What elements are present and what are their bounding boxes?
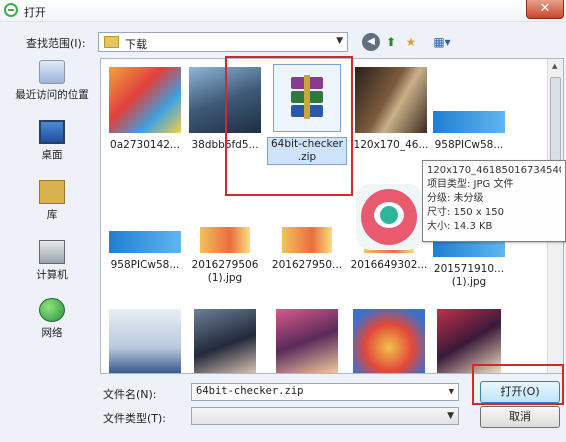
recent-places-icon [39, 60, 65, 84]
filetype-dropdown[interactable]: ▼ [191, 407, 459, 425]
tooltip-rating: 分级: 未分级 [427, 193, 484, 204]
rar-archive-icon [273, 64, 341, 132]
filetype-label: 文件类型(T): [103, 412, 167, 425]
places-bar: 最近访问的位置 桌面 库 计算机 网络 [8, 58, 96, 374]
file-name: 38dbb6fd5... [191, 139, 259, 151]
file-thumbnail [433, 111, 505, 133]
network-icon [39, 298, 65, 322]
file-item[interactable]: 64bit-checker .zip [267, 64, 347, 165]
lookin-dropdown[interactable]: 下载 ▼ [98, 32, 348, 52]
view-menu-icon[interactable]: ▦▾ [428, 33, 456, 51]
computer-icon [39, 240, 65, 264]
new-folder-icon[interactable]: ★ [402, 33, 420, 51]
file-thumbnail [353, 309, 425, 373]
back-arrow-icon[interactable]: ◀ [362, 33, 380, 51]
place-computer[interactable]: 计算机 [8, 240, 96, 282]
filename-field[interactable]: 64bit-checker.zip ▼ [191, 383, 459, 401]
file-item[interactable] [105, 309, 185, 373]
file-item[interactable]: 2016279506 (1).jpg [185, 227, 265, 285]
file-thumbnail [109, 67, 181, 133]
file-thumbnail [200, 227, 250, 253]
file-item[interactable] [267, 309, 347, 373]
file-item[interactable]: 958PICw58... [105, 231, 185, 272]
dialog-title: 打开 [24, 6, 46, 19]
open-button[interactable]: 打开(O) [480, 381, 560, 403]
place-label: 库 [46, 209, 58, 221]
file-thumbnail [109, 309, 181, 373]
place-desktop[interactable]: 桌面 [8, 120, 96, 162]
file-name: 958PICw58... [110, 259, 180, 271]
scrollbar-thumb[interactable] [550, 77, 561, 173]
file-name: 64bit-checker .zip [267, 137, 347, 165]
tooltip-dimensions: 尺寸: 150 x 150 [427, 207, 504, 218]
lookin-label: 查找范围(I): [26, 37, 86, 50]
filename-value: 64bit-checker.zip [196, 385, 304, 397]
close-button[interactable]: ✕ [526, 0, 564, 19]
file-item[interactable]: 958PICw58... [429, 67, 509, 152]
app-icon [356, 184, 422, 250]
file-name: 120x170_46... [353, 139, 429, 151]
file-thumbnail [189, 67, 261, 133]
place-label: 网络 [41, 327, 63, 339]
up-folder-icon[interactable]: ⬆ [382, 33, 400, 51]
file-item[interactable]: 201571910... (1).jpg [429, 241, 509, 289]
file-thumbnail [355, 67, 427, 133]
file-item[interactable]: 120x170_46... [351, 67, 431, 152]
desktop-icon [39, 120, 65, 144]
chevron-down-icon[interactable]: ▼ [449, 387, 454, 397]
file-thumbnail [437, 309, 501, 373]
file-item[interactable] [185, 309, 265, 373]
scroll-up-icon[interactable]: ▲ [552, 62, 557, 70]
file-name: 201627950... [271, 259, 343, 271]
place-label: 桌面 [41, 149, 63, 161]
file-thumbnail [276, 309, 338, 373]
place-network[interactable]: 网络 [8, 298, 96, 340]
hovered-file-item[interactable] [349, 184, 429, 250]
place-recent[interactable]: 最近访问的位置 [8, 60, 96, 102]
tooltip-type: 项目类型: JPG 文件 [427, 179, 514, 190]
folder-icon [104, 36, 119, 48]
tooltip-size: 大小: 14.3 KB [427, 221, 493, 232]
open-file-dialog: 打开 ✕ 查找范围(I): 下载 ▼ ◀ ⬆ ★ ▦▾ 最近访问的位置 桌面 库… [0, 0, 566, 442]
file-item[interactable]: 0a2730142... [105, 67, 185, 152]
file-item[interactable]: 38dbb6fd5... [185, 67, 265, 152]
chevron-down-icon[interactable]: ▼ [447, 411, 454, 421]
place-label: 最近访问的位置 [15, 89, 89, 101]
cancel-button[interactable]: 取消 [480, 406, 560, 428]
file-item[interactable] [349, 309, 429, 373]
file-info-tooltip: 120x170_46185016734540 项目类型: JPG 文件 分级: … [422, 160, 566, 242]
file-thumbnail [109, 231, 181, 253]
file-item[interactable]: 201627950... [267, 227, 347, 272]
place-label: 计算机 [36, 269, 68, 281]
file-name: 2016279506 (1).jpg [191, 259, 259, 284]
file-thumbnail [433, 241, 505, 257]
file-name: 958PICw58... [434, 139, 504, 151]
tooltip-filename: 120x170_46185016734540 [427, 165, 561, 176]
file-name: 201571910... (1).jpg [433, 263, 505, 288]
lookin-value: 下载 [125, 38, 147, 51]
title-bar: 打开 ✕ [0, 0, 566, 22]
place-library[interactable]: 库 [8, 180, 96, 222]
file-item[interactable] [429, 309, 509, 373]
file-thumbnail [282, 227, 332, 253]
filename-label: 文件名(N): [103, 388, 157, 401]
file-name: 0a2730142... [110, 139, 180, 151]
file-name: 2016649302... [350, 259, 428, 271]
library-icon [39, 180, 65, 204]
file-thumbnail [194, 309, 256, 373]
app-logo-icon [4, 3, 18, 17]
chevron-down-icon: ▼ [336, 36, 343, 46]
